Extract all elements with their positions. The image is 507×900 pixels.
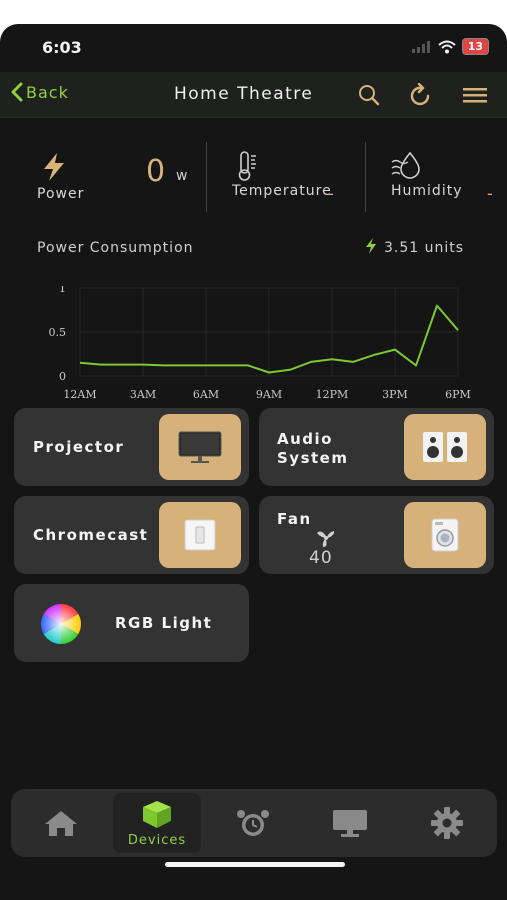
bolt-icon	[366, 238, 376, 254]
tab-bar: Devices	[11, 789, 497, 857]
device-label: Audio System	[277, 430, 349, 467]
cube-icon	[143, 800, 171, 828]
signal-icon	[411, 40, 430, 53]
temperature-label: Temperature	[232, 183, 332, 199]
device-card-chromecast[interactable]: Chromecast	[14, 496, 249, 574]
chevron-left-icon	[11, 82, 23, 102]
device-label: Projector	[33, 438, 125, 456]
monitor-icon	[178, 431, 222, 463]
tab-settings[interactable]	[407, 789, 487, 857]
chart-x-tick-label: 9AM	[256, 388, 282, 401]
thermometer-icon	[238, 151, 256, 181]
audio-system-tile[interactable]	[404, 414, 486, 480]
monitor-icon	[333, 810, 367, 837]
device-card-projector[interactable]: Projector	[14, 408, 249, 486]
power-unit: w	[176, 168, 188, 184]
app-screen: 6:03 13 Back Home Theatre Power 0 w Temp…	[0, 24, 507, 900]
gear-icon	[431, 807, 463, 839]
back-button[interactable]: Back	[10, 82, 69, 102]
search-icon	[359, 85, 380, 106]
home-icon	[45, 811, 77, 836]
home-indicator	[165, 862, 345, 867]
search-button[interactable]	[356, 82, 382, 108]
washing-machine-icon	[431, 518, 459, 552]
status-icons: 13	[411, 38, 489, 55]
power-consumption-label: Power Consumption	[37, 240, 194, 256]
stat-divider	[365, 142, 366, 212]
back-label: Back	[26, 82, 69, 102]
chart-y-tick-label: 0.5	[49, 326, 67, 339]
humidity-label: Humidity	[391, 183, 463, 199]
status-bar: 6:03 13	[0, 24, 507, 72]
speakers-icon	[423, 432, 467, 462]
page-title: Home Theatre	[174, 84, 314, 104]
projector-tile[interactable]	[159, 414, 241, 480]
chart-x-tick-label: 12PM	[316, 388, 349, 401]
status-time: 6:03	[42, 38, 82, 57]
device-label: Chromecast	[33, 526, 149, 544]
device-card-audio-system[interactable]: Audio System	[259, 408, 494, 486]
power-icon	[44, 153, 64, 181]
refresh-icon	[410, 83, 430, 106]
chart-x-tick-label: 3AM	[130, 388, 156, 401]
device-label: RGB Light	[115, 614, 213, 632]
light-switch-icon	[184, 519, 216, 551]
temperature-value: -	[328, 184, 334, 203]
fan-tile[interactable]	[404, 502, 486, 568]
fan-icon	[317, 531, 335, 547]
navigation-bar: Back Home Theatre	[0, 72, 507, 118]
chart-y-tick-label: 1	[59, 286, 66, 295]
power-value: 0	[146, 154, 166, 189]
chromecast-tile[interactable]	[159, 502, 241, 568]
fan-speed-value: 40	[309, 548, 333, 568]
chart-x-tick-label: 6AM	[193, 388, 219, 401]
power-consumption-chart: 0 0.5 1 12AM 3AM 6AM 9AM 12PM 3PM 6PM	[49, 286, 471, 401]
tab-home[interactable]	[21, 789, 101, 857]
device-card-fan[interactable]: Fan 40	[259, 496, 494, 574]
chart-y-tick-label: 0	[59, 370, 66, 383]
humidity-value: -	[487, 184, 493, 203]
device-label: Fan	[277, 510, 312, 528]
power-consumption-value: 3.51 units	[384, 240, 465, 256]
tab-devices[interactable]: Devices	[113, 793, 201, 853]
battery-indicator: 13	[461, 38, 489, 55]
tab-alarm[interactable]	[213, 789, 293, 857]
menu-button[interactable]	[462, 82, 488, 108]
power-label: Power	[37, 186, 85, 202]
chart-x-tick-label: 6PM	[445, 388, 471, 401]
chart-x-tick-label: 12AM	[63, 388, 96, 401]
hamburger-menu-icon	[463, 88, 487, 103]
humidity-icon	[391, 151, 420, 179]
tab-display[interactable]	[310, 789, 390, 857]
tab-label: Devices	[127, 832, 187, 848]
chart-x-tick-label: 3PM	[382, 388, 408, 401]
refresh-button[interactable]	[408, 82, 434, 108]
color-wheel-icon	[41, 604, 81, 644]
stat-divider	[206, 142, 207, 212]
wifi-icon	[438, 40, 456, 53]
alarm-clock-icon	[237, 810, 269, 836]
device-card-rgb-light[interactable]: RGB Light	[14, 584, 249, 662]
